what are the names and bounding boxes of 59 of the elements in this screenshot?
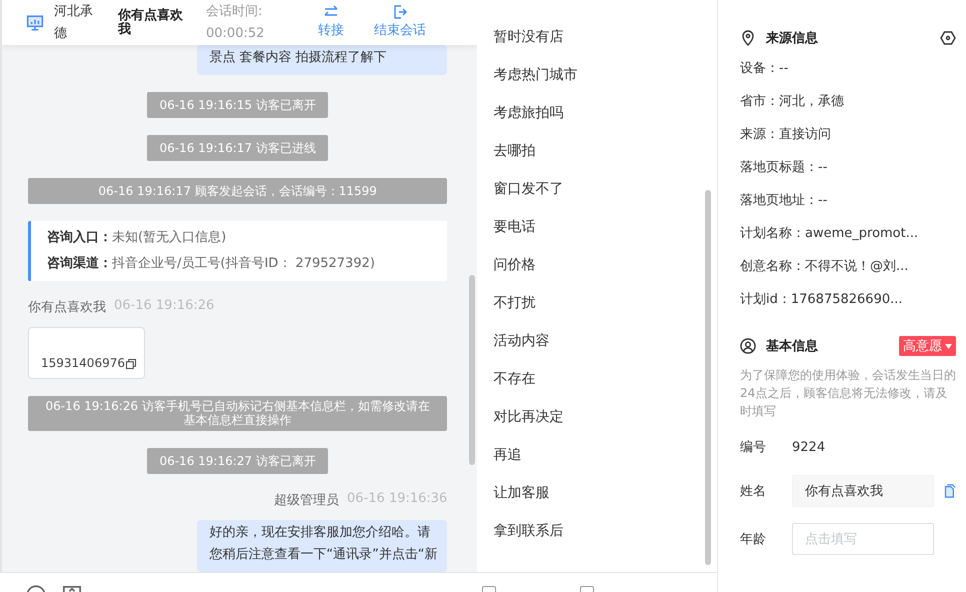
sender-name: 你有点喜欢我 bbox=[28, 299, 106, 316]
system-notice: 06-16 19:16:26 访客手机号已自动标记右侧基本信息栏，如需修改请在基本信息栏直接操作 bbox=[28, 396, 448, 431]
visitor-location: 河北承德 bbox=[54, 2, 94, 42]
field-value: 9224 bbox=[792, 440, 826, 454]
source-info-row-text: 省市：河北，承德 bbox=[740, 93, 845, 111]
scrollbar-thumb[interactable] bbox=[705, 190, 711, 565]
message-time: 06-16 19:16:36 bbox=[347, 491, 448, 508]
hexagon-settings-icon bbox=[940, 30, 956, 46]
source-info-row-text: 计划id：176875826690... bbox=[740, 291, 904, 309]
monitor-icon bbox=[26, 14, 44, 32]
field-label: 编号 bbox=[740, 439, 767, 456]
copy-icon bbox=[942, 484, 956, 498]
exit-icon bbox=[392, 4, 408, 20]
field-label: 年龄 bbox=[740, 531, 767, 548]
sender-name: 超级管理员 bbox=[274, 492, 340, 509]
copy-icon bbox=[124, 358, 137, 370]
scrollbar-thumb[interactable] bbox=[469, 275, 476, 465]
notice-text: 为了保障您的使用体验，会话发生当日的24点之后，顾客信息将无法修改，请及时填写 bbox=[740, 367, 956, 420]
source-info-row-text: 创意名称：不得不说！@刘... bbox=[740, 258, 910, 276]
session-label: 会话时间: bbox=[206, 2, 264, 20]
quick-reply-item[interactable]: 窗口发不了 bbox=[477, 180, 717, 218]
source-info-row-text: 来源：直接访问 bbox=[740, 126, 832, 144]
quick-reply-item[interactable]: 让加客服 bbox=[477, 484, 717, 522]
system-notice: 06-16 19:16:17 访客已进线 bbox=[147, 135, 328, 161]
quick-reply-item[interactable]: 暂时没有店 bbox=[477, 28, 717, 66]
info-row-text: 咨询入口：未知(暂无入口信息) bbox=[47, 229, 228, 247]
phone-number: 15931406976 bbox=[41, 356, 125, 370]
quick-reply-item[interactable]: 考虑热门城市 bbox=[477, 66, 717, 104]
quick-reply-item[interactable]: 去哪拍 bbox=[477, 142, 717, 180]
quick-reply-item[interactable]: 活动内容 bbox=[477, 332, 717, 370]
chat-bubble: 景点 套餐内容 拍摄流程了解下 bbox=[197, 45, 448, 75]
system-notice: 06-16 19:16:27 访客已离开 bbox=[147, 448, 328, 474]
input-field[interactable]: 点击填写 bbox=[792, 523, 934, 555]
section-title: 来源信息 bbox=[766, 30, 819, 47]
quick-reply-item[interactable]: 不打扰 bbox=[477, 294, 717, 332]
quick-reply-item[interactable]: 拿到联系后 bbox=[477, 522, 717, 560]
section-title: 基本信息 bbox=[766, 338, 819, 355]
user-circle-icon bbox=[740, 338, 756, 354]
source-info-row-text: 设备：-- bbox=[740, 60, 790, 78]
chat-bubble: 好的亲，现在安排客服加您介绍哈。请您稍后注意查看一下“通讯录”并点击“新 bbox=[197, 520, 448, 572]
quick-reply-item[interactable]: 不存在 bbox=[477, 370, 717, 408]
source-info-row-text: 落地页标题：-- bbox=[740, 159, 828, 177]
session-time: 00:00:52 bbox=[206, 24, 266, 42]
quick-reply-item[interactable]: 对比再决定 bbox=[477, 408, 717, 446]
field-label: 姓名 bbox=[740, 483, 767, 500]
system-notice: 06-16 19:16:17 顾客发起会话，会话编号：11599 bbox=[28, 178, 448, 204]
info-row-text: 咨询渠道：抖音企业号/员工号(抖音号ID： 279527392) bbox=[47, 255, 376, 273]
quick-reply-item[interactable]: 再追 bbox=[477, 446, 717, 484]
quick-reply-item[interactable]: 问价格 bbox=[477, 256, 717, 294]
source-info-row-text: 落地页地址：-- bbox=[740, 192, 828, 210]
source-info-row-text: 计划名称：aweme_promot... bbox=[740, 225, 920, 243]
system-notice: 06-16 19:16:15 访客已离开 bbox=[147, 92, 328, 118]
caret-icon bbox=[945, 344, 952, 348]
message-time: 06-16 19:16:26 bbox=[114, 298, 214, 315]
input-field[interactable]: 你有点喜欢我 bbox=[792, 475, 934, 507]
quick-reply-item[interactable]: 考虑旅拍吗 bbox=[477, 104, 717, 142]
location-pin-icon bbox=[740, 30, 756, 46]
visitor-name: 你有点喜欢我 bbox=[118, 8, 184, 36]
quick-reply-item[interactable]: 要电话 bbox=[477, 218, 717, 256]
